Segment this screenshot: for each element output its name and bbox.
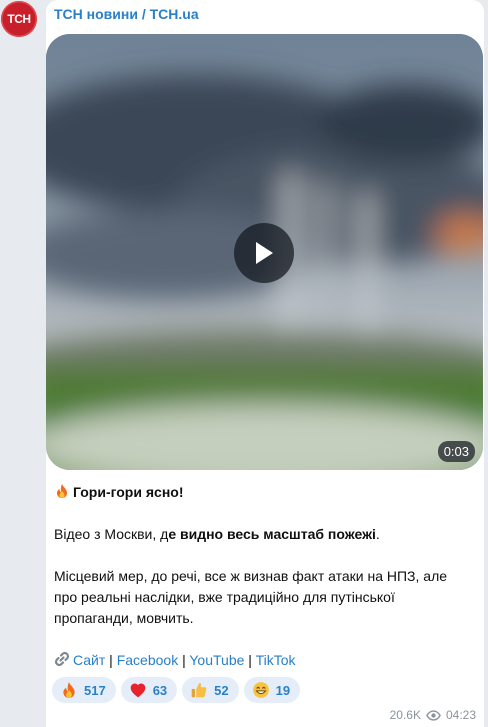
thumbs-up-icon [191,682,207,698]
channel-avatar[interactable]: ТСН [1,1,37,37]
avatar-logo-text: ТСН [7,12,31,26]
link-separator: | [105,652,117,668]
post-title-text: Гори-гори ясно! [73,484,184,500]
reaction-count: 63 [152,682,168,698]
grin-icon [252,682,269,698]
youtube-link[interactable]: YouTube [189,652,244,668]
reaction-count: 52 [214,682,229,698]
message-meta: 20.6K 04:23 [390,708,476,722]
chat-page: ТСН ТСН новини / TCH.ua 0:03 Гори-гори я… [0,0,488,727]
post-paragraph: Місцевий мер, до речі, все ж визнав факт… [54,568,448,626]
eye-icon [426,709,441,721]
line2-bold: е видно весь масштаб пожежі [168,526,376,542]
round-video[interactable]: 0:03 [46,34,483,470]
message-time: 04:23 [445,708,476,722]
message-bubble: ТСН новини / TCH.ua 0:03 Гори-гори ясно!… [46,0,484,727]
view-count: 20.6K [389,708,421,722]
line2-prefix: Відео з Москви, д [54,526,169,542]
reaction-heart[interactable]: 63 [120,677,178,703]
play-icon [256,242,273,264]
link-separator: | [178,652,190,668]
reaction-count: 19 [275,682,291,698]
reaction-fire[interactable]: 517 [52,677,116,703]
site-link[interactable]: Сайт [73,652,105,668]
reaction-thumbs-up[interactable]: 52 [182,677,239,703]
play-button[interactable] [234,223,294,283]
fire-icon [54,483,70,499]
video-duration: 0:03 [437,441,475,462]
heart-icon [130,683,146,698]
link-icon [54,651,70,667]
post-line-2: Відео з Москви, де видно весь масштаб по… [54,524,474,545]
tiktok-link[interactable]: TikTok [256,652,296,668]
line2-suffix: . [375,526,380,542]
facebook-link[interactable]: Facebook [117,652,178,668]
channel-name[interactable]: ТСН новини / TCH.ua [54,6,199,22]
reaction-grin[interactable]: 19 [243,677,301,703]
fire-icon [63,682,75,698]
post-title: Гори-гори ясно! [54,482,474,503]
reaction-count: 517 [84,682,106,698]
post-links: Сайт | Facebook | YouTube | TikTok [54,650,474,671]
reactions-bar: 517 63 52 19 [52,677,301,703]
link-separator: | [244,652,256,668]
